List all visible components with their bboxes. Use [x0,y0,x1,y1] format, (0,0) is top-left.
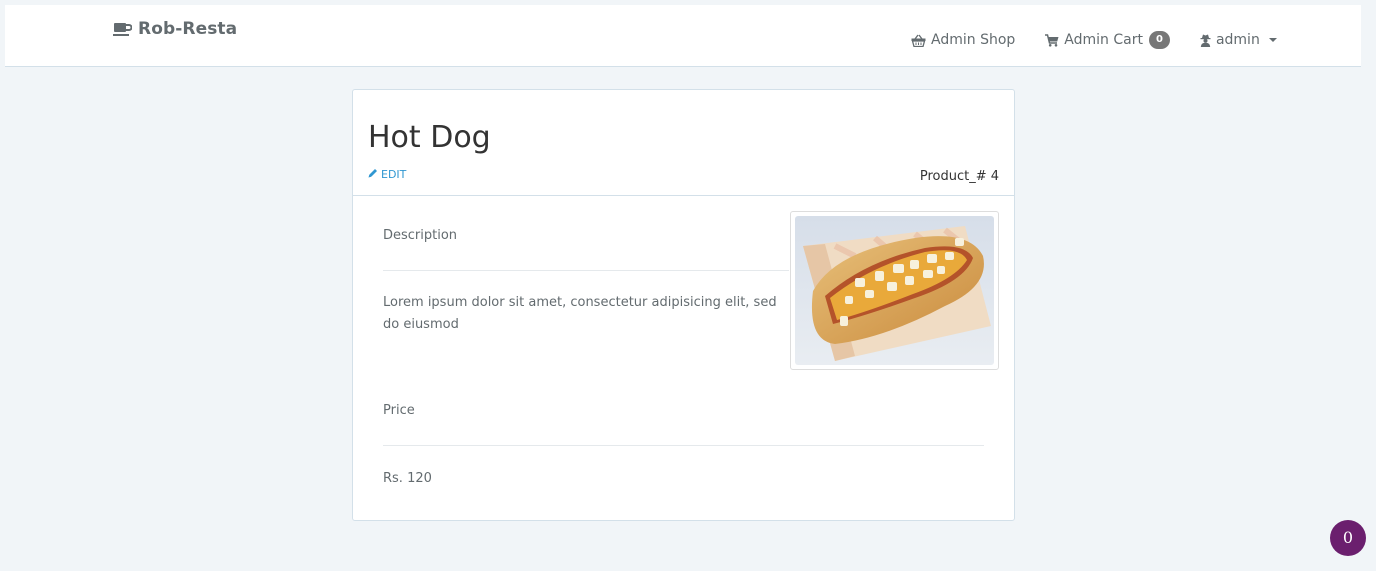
panel-heading: Hot Dog Edit Product_# 4 [353,90,1014,196]
nav-admin-cart[interactable]: Admin Cart 0 [1045,31,1170,49]
coffee-icon [113,22,132,37]
user-name: admin [1215,32,1260,48]
product-panel: Hot Dog Edit Product_# 4 Description Lor… [352,89,1015,521]
edit-label: Edit [381,168,407,181]
product-title: Hot Dog [368,120,491,155]
user-secret-icon [1200,34,1211,47]
cart-icon [1045,33,1059,47]
edit-product-link[interactable]: Edit [368,168,406,181]
navbar: Rob-Resta Admin Shop Admin Cart 0 admin [5,5,1361,67]
price-divider [383,445,984,446]
nav-links: Admin Shop Admin Cart 0 admin [911,31,1277,49]
pencil-icon [368,168,378,181]
nav-admin-shop-label: Admin Shop [931,32,1016,48]
user-dropdown[interactable]: admin [1200,32,1277,48]
brand-link[interactable]: Rob-Resta [113,19,237,39]
brand-name: Rob-Resta [138,19,238,39]
basket-icon [911,34,926,47]
description-label: Description [383,228,458,243]
description-text: Lorem ipsum dolor sit amet, consectetur … [383,295,777,332]
product-image [790,211,999,370]
chevron-down-icon [1268,38,1277,42]
price-value: Rs. 120 [383,471,432,486]
description-divider [383,270,789,271]
nav-admin-cart-label: Admin Cart [1064,32,1143,48]
product-number: Product_# 4 [919,169,999,184]
cart-count-badge: 0 [1148,31,1170,49]
nav-admin-shop[interactable]: Admin Shop [911,32,1015,48]
floating-counter-badge[interactable]: 0 [1330,520,1366,556]
price-label: Price [383,403,415,418]
